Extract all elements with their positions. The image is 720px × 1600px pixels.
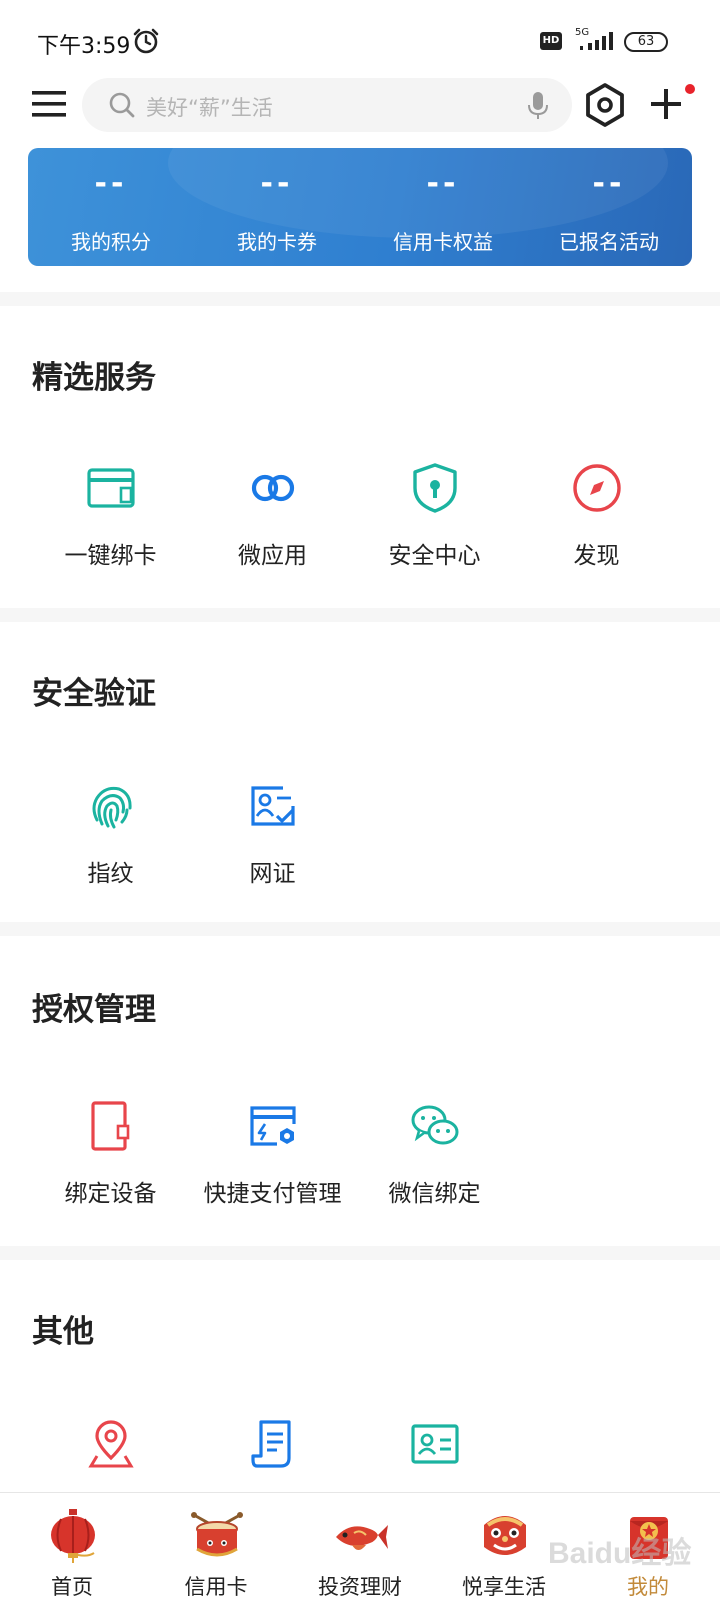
shield-lock-icon	[413, 463, 457, 513]
stat-label: 我的积分	[71, 230, 151, 254]
id-card-icon	[411, 1424, 459, 1464]
stat-label: 信用卡权益	[393, 230, 493, 254]
section-divider	[0, 292, 720, 306]
stat-value: --	[592, 166, 626, 201]
fingerprint-icon	[92, 786, 132, 829]
microphone-icon[interactable]	[526, 90, 550, 122]
add-icon[interactable]	[648, 86, 684, 122]
id-verify-icon	[251, 786, 295, 826]
search-bar[interactable]: 美好“薪”生活	[82, 78, 572, 132]
item-label: 微应用	[238, 543, 307, 569]
alarm-icon	[133, 28, 159, 54]
nav-label: 信用卡	[184, 1575, 248, 1599]
stat-value: --	[94, 166, 128, 201]
compass-icon	[573, 464, 621, 512]
search-placeholder: 美好“薪”生活	[146, 96, 273, 120]
item-label: 安全中心	[388, 543, 481, 569]
lion-dance-icon	[484, 1516, 526, 1555]
item-label: 一键绑卡	[64, 543, 157, 569]
status-bar: 下午3:59 HD 5G 63	[0, 0, 720, 80]
fish-icon	[336, 1525, 388, 1550]
link-icon	[251, 474, 295, 502]
status-time: 下午3:59	[37, 34, 131, 59]
item-label: 微信绑定	[388, 1181, 481, 1207]
signal-icon	[580, 32, 613, 50]
item-label: 快捷支付管理	[203, 1181, 342, 1207]
stat-value: --	[426, 166, 460, 201]
nav-investment[interactable]: 投资理财	[288, 1493, 432, 1600]
item-label: 指纹	[87, 861, 134, 887]
nav-label: 首页	[51, 1575, 93, 1599]
nav-label: 我的	[627, 1575, 669, 1599]
section-divider	[0, 608, 720, 622]
auth-bound-device[interactable]: 绑定设备	[28, 1100, 193, 1230]
auth-wechat-bind[interactable]: 微信绑定	[352, 1100, 517, 1230]
section-divider	[0, 922, 720, 936]
section-title-featured: 精选服务	[32, 360, 156, 396]
stat-coupons[interactable]: -- 我的卡券	[194, 148, 360, 266]
battery-indicator: 63	[624, 32, 668, 52]
stat-label: 我的卡券	[237, 230, 317, 254]
item-label: 绑定设备	[64, 1181, 157, 1207]
document-icon	[251, 1420, 291, 1468]
verify-id-cert[interactable]: 网证	[190, 780, 355, 910]
stat-points[interactable]: -- 我的积分	[28, 148, 194, 266]
nav-credit-card[interactable]: 信用卡	[144, 1493, 288, 1600]
section-title-authorization: 授权管理	[32, 992, 156, 1028]
section-title-other: 其他	[32, 1314, 94, 1350]
service-bind-card[interactable]: 一键绑卡	[28, 462, 193, 592]
lantern-icon	[51, 1509, 95, 1563]
service-discover[interactable]: 发现	[514, 462, 679, 592]
verify-fingerprint[interactable]: 指纹	[28, 780, 193, 910]
location-icon	[88, 1420, 134, 1468]
nav-label: 悦享生活	[462, 1575, 546, 1599]
nav-label: 投资理财	[318, 1575, 402, 1599]
search-icon	[109, 92, 135, 118]
wechat-icon	[411, 1105, 459, 1145]
nav-home[interactable]: 首页	[0, 1493, 144, 1600]
card-bind-icon	[87, 468, 135, 508]
auth-quick-pay[interactable]: 快捷支付管理	[190, 1100, 355, 1230]
stat-credit-benefits[interactable]: -- 信用卡权益	[360, 148, 526, 266]
scan-icon[interactable]	[582, 82, 628, 128]
stats-banner: -- 我的积分 -- 我的卡券 -- 信用卡权益 -- 已报名活动	[28, 148, 692, 266]
app-header: 美好“薪”生活	[0, 76, 720, 136]
section-divider	[0, 1246, 720, 1260]
stat-value: --	[260, 166, 294, 201]
watermark: Baidu经验	[548, 1537, 692, 1570]
hd-badge: HD	[540, 32, 562, 50]
device-icon	[91, 1101, 130, 1151]
stat-registered-events[interactable]: -- 已报名活动	[526, 148, 692, 266]
section-title-security-verify: 安全验证	[32, 676, 156, 712]
item-label: 网证	[249, 861, 296, 887]
drum-icon	[191, 1512, 243, 1557]
notification-dot	[685, 84, 695, 94]
menu-icon[interactable]	[30, 86, 68, 122]
stat-label: 已报名活动	[559, 230, 659, 254]
service-security-center[interactable]: 安全中心	[352, 462, 517, 592]
quick-pay-icon	[250, 1106, 296, 1146]
item-label: 发现	[573, 543, 620, 569]
service-micro-app[interactable]: 微应用	[190, 462, 355, 592]
